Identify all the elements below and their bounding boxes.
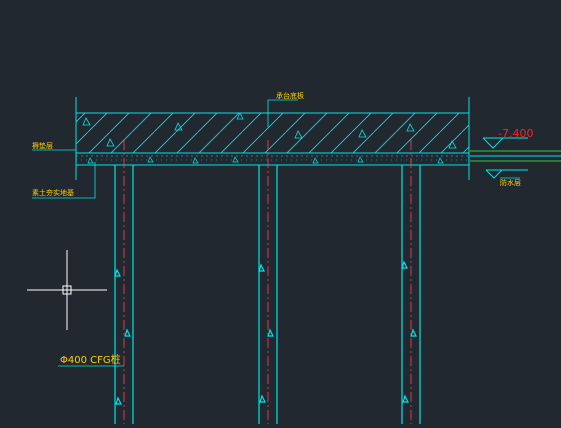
foundation-slab bbox=[75, 112, 470, 154]
elevation-value-text: -7.400 bbox=[498, 127, 533, 140]
cushion-base-label: 素土夯实地基 bbox=[32, 188, 74, 197]
slab-label: 承台底板 bbox=[276, 91, 304, 100]
waterproof-label: 防水层 bbox=[500, 178, 521, 187]
pile-middle bbox=[258, 140, 278, 424]
pile-right bbox=[401, 140, 421, 424]
crosshair-cursor bbox=[27, 250, 107, 330]
cushion-layer bbox=[75, 152, 470, 166]
drawing-svg[interactable]: -7.400 承台底板 褥垫层 素土夯实地基 防水层 Φ400 CFG桩 bbox=[0, 0, 561, 424]
pile-label: Φ400 CFG桩 bbox=[60, 353, 121, 366]
cad-drawing-canvas[interactable]: -7.400 承台底板 褥垫层 素土夯实地基 防水层 Φ400 CFG桩 bbox=[0, 0, 561, 424]
ground-lines bbox=[470, 150, 561, 162]
cushion-label: 褥垫层 bbox=[32, 141, 53, 150]
elevation-marker: -7.400 bbox=[482, 127, 533, 179]
pile-left bbox=[114, 140, 134, 424]
